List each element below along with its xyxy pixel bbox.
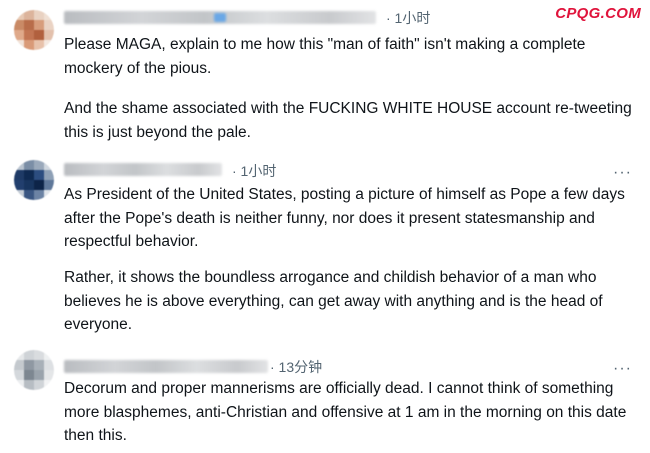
reply-timestamp[interactable]: · 1小时 <box>386 8 430 28</box>
reply-text-paragraph: Decorum and proper mannerisms are offici… <box>64 380 631 444</box>
reply-2[interactable]: · 1小时 ··· As President of the United Sta… <box>0 150 650 340</box>
avatar[interactable] <box>14 10 54 50</box>
reply-text-paragraph: As President of the United States, posti… <box>64 186 630 250</box>
reply-1[interactable]: · 1小时 Please MAGA, explain to me how thi… <box>0 0 650 150</box>
reply-text-paragraph: And the shame associated with the FUCKIN… <box>64 100 637 141</box>
user-name-redacted[interactable] <box>64 11 376 24</box>
reply-3[interactable]: · 13分钟 ··· Decorum and proper mannerisms… <box>0 340 650 453</box>
more-options-icon[interactable]: ··· <box>613 361 632 377</box>
user-name-redacted[interactable] <box>64 163 222 176</box>
avatar[interactable] <box>14 350 54 390</box>
more-options-icon[interactable]: ··· <box>613 165 632 181</box>
reply-text-paragraph: Please MAGA, explain to me how this "man… <box>64 36 590 77</box>
reply-timestamp[interactable]: · 1小时 <box>232 161 276 181</box>
avatar[interactable] <box>14 160 54 200</box>
user-name-redacted[interactable] <box>64 360 268 373</box>
reply-text-paragraph: Rather, it shows the boundless arrogance… <box>64 269 607 333</box>
reply-timestamp[interactable]: · 13分钟 <box>270 357 322 377</box>
